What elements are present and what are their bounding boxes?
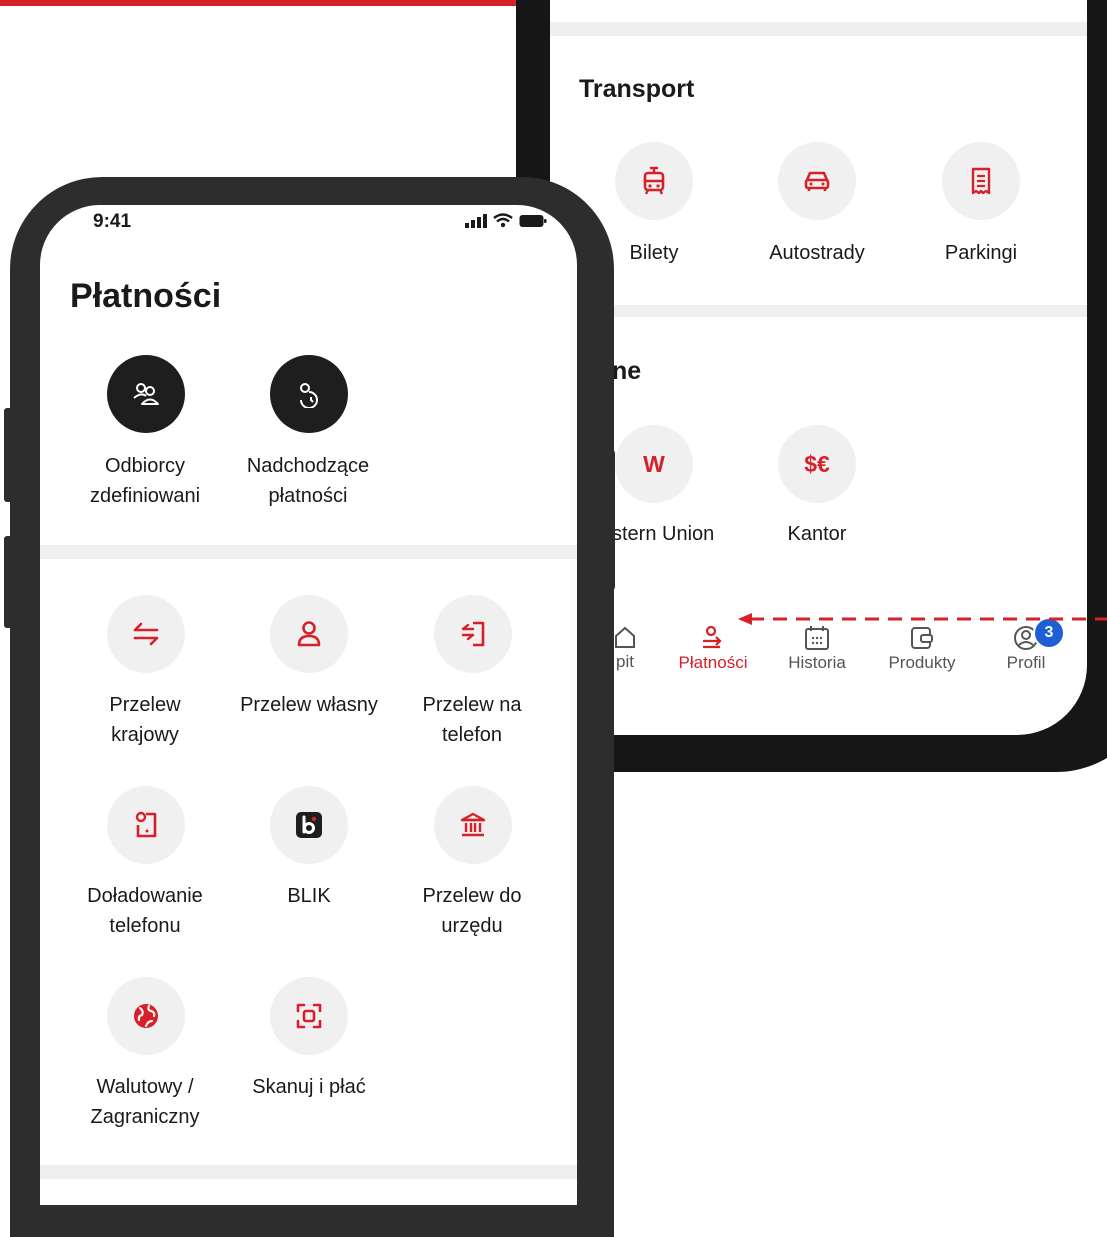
phone-topup-icon (135, 811, 157, 838)
wifi-icon (493, 213, 513, 228)
label-line: zdefiniowani (89, 485, 201, 507)
przelew-wlasny-button[interactable] (270, 595, 348, 673)
blik-icon (296, 812, 322, 838)
doladowanie-label: Doładowanie telefonu (70, 881, 220, 941)
section-divider (550, 305, 1087, 317)
przelew-wlasny-label: Przelew własny (228, 690, 390, 720)
label-line: Odbiorcy (104, 455, 186, 477)
signal-icon (465, 213, 487, 228)
scan-icon (296, 1003, 322, 1029)
page-title: Płatności (70, 277, 222, 315)
receipt-icon (971, 167, 991, 195)
label-line: Walutowy / (96, 1076, 194, 1098)
walutowy-button[interactable] (107, 977, 185, 1055)
label-line: Przelew na (422, 694, 522, 716)
przelew-krajowy-button[interactable] (107, 595, 185, 673)
wallet-icon (911, 627, 933, 649)
label-line: płatności (268, 485, 348, 507)
transfer-arrows-icon (133, 622, 159, 646)
globe-icon (134, 1004, 158, 1028)
nav-label: Profil (1006, 653, 1046, 672)
nav-label: Historia (788, 653, 846, 672)
nadchodzace-label: Nadchodzące płatności (218, 451, 398, 511)
label-line: urzędu (441, 915, 503, 937)
label-line: Przelew własny (240, 694, 378, 716)
transport-section-title: Transport (579, 75, 695, 103)
nadchodzace-button[interactable] (270, 355, 348, 433)
nav-label: Płatności (678, 653, 748, 672)
tram-icon-button[interactable] (615, 142, 693, 220)
recipients-icon (133, 383, 159, 405)
blik-button[interactable] (270, 786, 348, 864)
walutowy-label: Walutowy / Zagraniczny (70, 1072, 220, 1132)
western-union-label: stern Union (612, 523, 715, 545)
nav-item-produkty[interactable]: Produkty (877, 625, 967, 673)
label-line: krajowy (111, 724, 179, 746)
receipt-icon-button[interactable] (942, 142, 1020, 220)
skanuj-button[interactable] (270, 977, 348, 1055)
battery-icon (519, 214, 547, 227)
label-line: BLIK (287, 885, 331, 907)
przelew-do-urzedu-label: Przelew do urzędu (397, 881, 547, 941)
blik-label: BLIK (234, 881, 384, 911)
person-icon (297, 621, 321, 647)
other-section-title: ne (612, 357, 642, 385)
skanuj-label: Skanuj i płać (234, 1072, 384, 1102)
section-divider (40, 545, 577, 559)
front-phone-screen: 9:41 Płatności Odbiorcy zdefiniowani Nad… (40, 205, 577, 1205)
label-line: Nadchodzące (246, 455, 370, 477)
tram-icon (643, 166, 665, 195)
label-line: Przelew (109, 694, 181, 716)
status-icons (465, 213, 547, 228)
przelew-na-telefon-button[interactable] (434, 595, 512, 673)
label-line: Doładowanie (87, 885, 203, 907)
nav-item-historia[interactable]: Historia (777, 625, 857, 673)
label-line: telefonu (109, 915, 181, 937)
kantor-button[interactable]: $€ (778, 425, 856, 503)
payments-icon (703, 625, 722, 649)
western-union-button[interactable]: W (615, 425, 693, 503)
home-icon (615, 626, 635, 648)
odbiorcy-label: Odbiorcy zdefiniowani (70, 451, 220, 511)
car-icon-button[interactable] (778, 142, 856, 220)
label-line: telefon (441, 724, 503, 746)
bank-building-icon (460, 812, 486, 837)
label-line: Zagraniczny (90, 1106, 200, 1128)
upcoming-payments-icon (300, 383, 318, 408)
status-time: 9:41 (93, 211, 132, 232)
odbiorcy-button[interactable] (107, 355, 185, 433)
car-icon (804, 171, 830, 191)
phone-transfer-icon (461, 621, 485, 647)
calendar-icon (805, 626, 829, 650)
western-union-icon: W (643, 450, 665, 477)
label-line: Przelew do (422, 885, 522, 907)
label-line: Skanuj i płać (252, 1076, 366, 1098)
doladowanie-button[interactable] (107, 786, 185, 864)
currency-exchange-icon: $€ (804, 450, 830, 477)
autostrady-label: Autostrady (769, 242, 865, 264)
dashed-arrow-indicator (738, 613, 1107, 625)
section-divider (550, 22, 1087, 36)
parkingi-label: Parkingi (944, 242, 1018, 264)
kantor-label: Kantor (787, 523, 847, 545)
przelew-na-telefon-label: Przelew na telefon (397, 690, 547, 750)
nav-item-platnosci[interactable]: Płatności (668, 625, 758, 673)
przelew-krajowy-label: Przelew krajowy (70, 690, 220, 750)
przelew-do-urzedu-button[interactable] (434, 786, 512, 864)
nav-label: Produkty (888, 653, 956, 672)
section-divider (40, 1165, 577, 1179)
